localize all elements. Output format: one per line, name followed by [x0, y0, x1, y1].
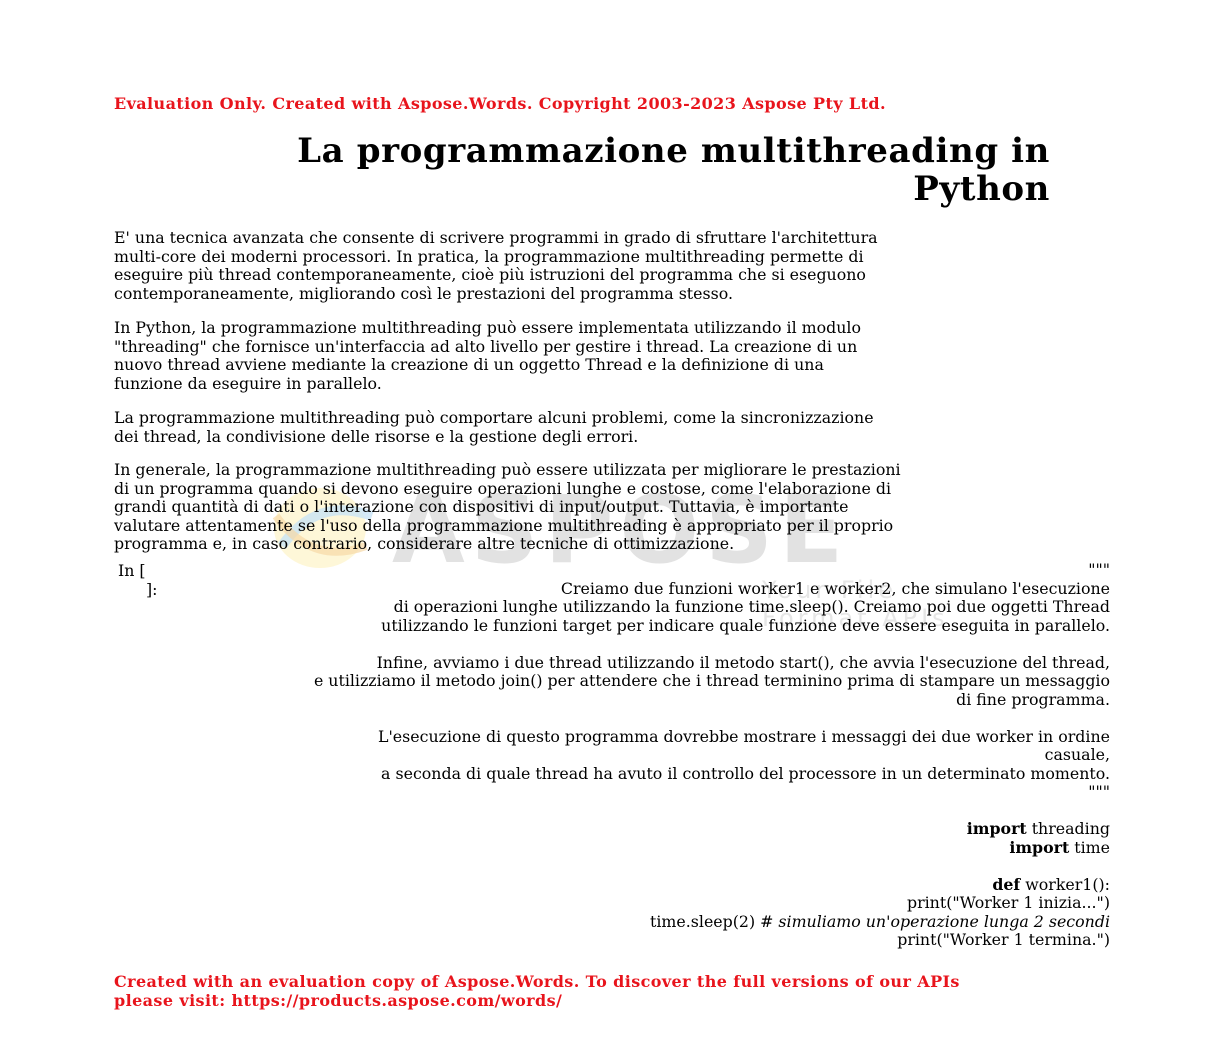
paragraph-conclusion: In generale, la programmazione multithre… [114, 460, 1054, 554]
text-line: di un programma quando si devono eseguir… [114, 478, 892, 498]
sleep-call: time.sleep(2) [650, 911, 761, 931]
docstring-line: Creiamo due funzioni worker1 e worker2, … [560, 578, 1110, 598]
text-line: programma e, in caso contrario, consider… [114, 534, 735, 553]
text-line: multi-core dei moderni processori. In pr… [114, 246, 864, 266]
text-line: La programmazione multithreading può com… [114, 408, 874, 427]
docstring-line: L'esecuzione di questo programma dovrebb… [377, 726, 1110, 746]
docstring-line: Infine, avviamo i due thread utilizzando… [376, 652, 1110, 672]
text-line: nuovo thread avviene mediante la creazio… [114, 355, 824, 374]
docstring-line: di fine programma. [956, 689, 1110, 709]
code-line-print: print("Worker 1 termina.") [897, 930, 1110, 949]
module-name: time [1069, 837, 1110, 857]
code-line-sleep: time.sleep(2) # simuliamo un'operazione … [140, 911, 1110, 932]
text-line: dei thread, la condivisione delle risors… [114, 426, 639, 446]
keyword: import [966, 819, 1027, 838]
keyword: import [1009, 837, 1070, 857]
text-line: E' una tecnica avanzata che consente di … [114, 228, 878, 247]
code-line-import-time: import time [140, 837, 1110, 858]
docstring-line: a seconda di quale thread ha avuto il co… [381, 763, 1110, 783]
docstring-line: di operazioni lunghe utilizzando la funz… [393, 597, 1110, 616]
text-line: In generale, la programmazione multithre… [114, 460, 901, 479]
paragraph-intro: E' una tecnica avanzata che consente di … [114, 228, 1054, 303]
paragraph-problems: La programmazione multithreading può com… [114, 408, 1054, 446]
code-comment: # simuliamo un'operazione lunga 2 second… [760, 911, 1110, 931]
text-line: grandi quantità di dati o l'interazione … [114, 497, 849, 516]
text-line: contemporaneamente, migliorando così le … [114, 283, 733, 303]
docstring-line: utilizzando le funzioni target per indic… [381, 615, 1110, 635]
text-line: In Python, la programmazione multithread… [114, 318, 861, 337]
evaluation-footer: Created with an evaluation copy of Aspos… [114, 972, 960, 1010]
title-line-1: La programmazione multithreading in [297, 131, 1050, 171]
code-line-import-threading: import threading [140, 819, 1110, 839]
text-line: funzione da eseguire in parallelo. [114, 373, 382, 393]
code-cell: """ Creiamo due funzioni worker1 e worke… [140, 560, 1110, 950]
code-line-def: def worker1(): [140, 874, 1110, 895]
docstring-close: """ [1088, 782, 1110, 801]
docstring-open: """ [1088, 560, 1110, 579]
text-line: "threading" che fornisce un'interfaccia … [114, 336, 858, 356]
page-title: La programmazione multithreading in Pyth… [114, 132, 1050, 208]
docstring-line: casuale, [1044, 745, 1110, 764]
evaluation-notice: Evaluation Only. Created with Aspose.Wor… [114, 94, 886, 113]
paragraph-python: In Python, la programmazione multithread… [114, 318, 1054, 393]
docstring-line: e utilizziamo il metodo join() per atten… [313, 671, 1110, 690]
function-signature: worker1(): [1020, 874, 1110, 894]
text-line: eseguire più thread contemporaneamente, … [114, 265, 866, 284]
title-line-2: Python [913, 169, 1050, 209]
code-line-print: print("Worker 1 inizia...") [906, 893, 1110, 912]
text-line: valutare attentamente se l'uso della pro… [114, 515, 894, 535]
footer-line: Created with an evaluation copy of Aspos… [114, 972, 960, 991]
footer-link[interactable]: please visit: https://products.aspose.co… [114, 991, 960, 1010]
keyword: def [992, 874, 1021, 894]
module-name: threading [1026, 819, 1110, 838]
